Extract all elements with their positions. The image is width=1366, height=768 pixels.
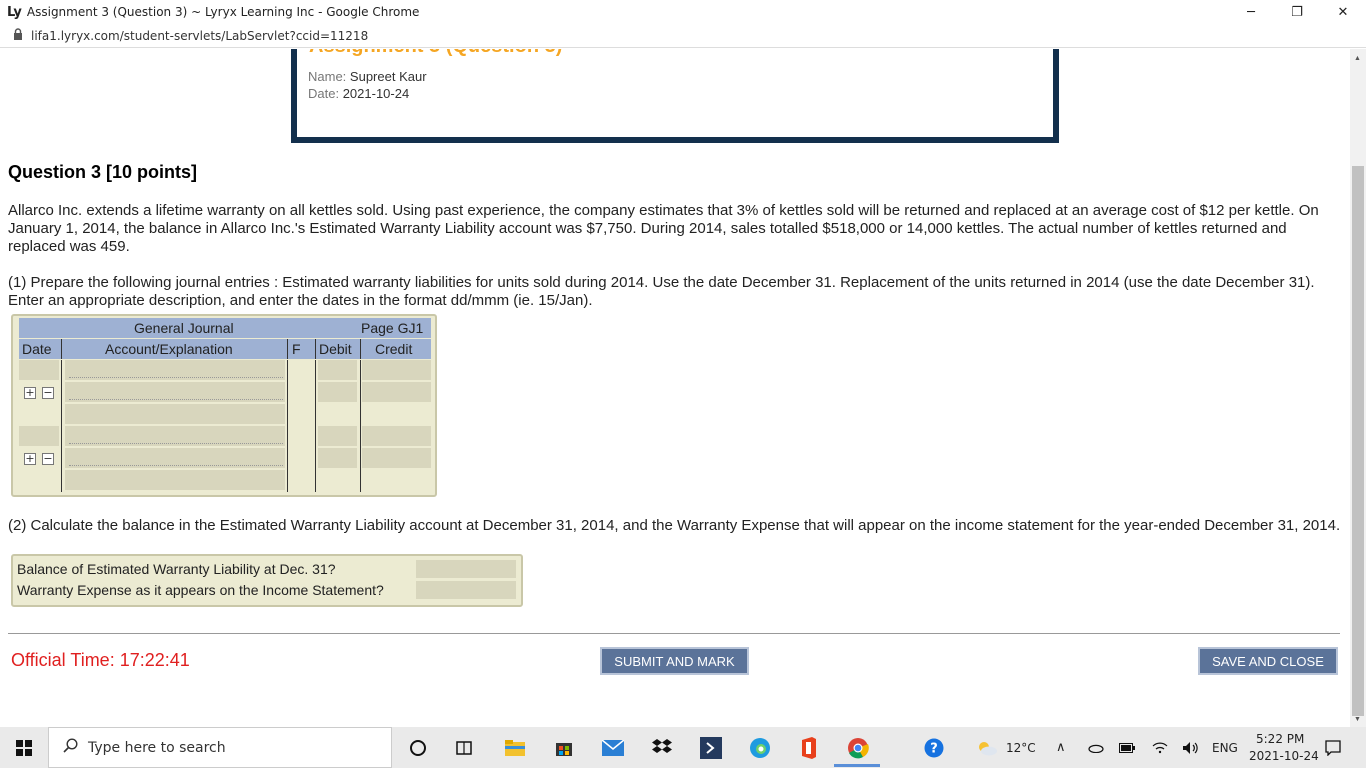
explanation-input[interactable]	[65, 404, 285, 424]
journal-header: General Journal Page GJ1	[19, 318, 431, 338]
question-intro: Allarco Inc. extends a lifetime warranty…	[8, 202, 1319, 255]
journal-columns: Date Account/Explanation F Debit Credit	[19, 339, 431, 359]
col-date: Date	[22, 341, 52, 357]
svg-text:?: ?	[930, 742, 938, 757]
window-titlebar: Ly Assignment 3 (Question 3) ~ Lyryx Lea…	[0, 0, 1366, 24]
url-text[interactable]: lifa1.lyryx.com/student-servlets/LabServ…	[31, 29, 368, 43]
name-value: Supreet Kaur	[349, 69, 427, 84]
question-part2: (2) Calculate the balance in the Estimat…	[8, 517, 1341, 534]
restore-button[interactable]: ❐	[1274, 0, 1320, 24]
journal-page: Page GJ1	[361, 320, 424, 336]
chevron-up-icon[interactable]: ∧	[1056, 727, 1066, 768]
minimize-button[interactable]: ─	[1228, 0, 1274, 24]
windows-start-icon[interactable]	[12, 736, 36, 760]
question-title: Question 3 [10 points]	[8, 162, 198, 182]
chrome-icon[interactable]	[846, 736, 870, 760]
add-row-button[interactable]: +	[24, 453, 36, 465]
remove-row-button[interactable]: −	[42, 453, 54, 465]
temperature[interactable]: 12°C	[1006, 727, 1036, 768]
powershell-icon[interactable]	[699, 736, 723, 760]
page-content: Assignment 3 (Question 3) Name: Supreet …	[0, 49, 1350, 727]
assignment-date: Date: 2021-10-24	[308, 86, 409, 101]
student-name: Name: Supreet Kaur	[308, 69, 427, 84]
date-input[interactable]	[19, 360, 59, 380]
debit-input[interactable]	[318, 382, 357, 402]
taskbar-search-box[interactable]: Type here to search	[48, 727, 392, 768]
official-time: Official Time: 17:22:41	[11, 650, 190, 670]
edge-icon[interactable]	[748, 736, 772, 760]
language-indicator[interactable]: ENG	[1212, 727, 1238, 768]
date-input[interactable]	[19, 426, 59, 446]
scroll-up-icon[interactable]: ▲	[1354, 55, 1361, 62]
address-bar[interactable]: lifa1.lyryx.com/student-servlets/LabServ…	[0, 24, 1366, 48]
explanation-input[interactable]	[65, 470, 285, 490]
battery-icon[interactable]	[1119, 727, 1135, 768]
window-title: Assignment 3 (Question 3) ~ Lyryx Learni…	[26, 5, 420, 19]
save-and-close-button[interactable]: SAVE AND CLOSE	[1198, 647, 1338, 675]
lyryx-logo-icon: Ly	[7, 4, 22, 20]
volume-icon[interactable]	[1182, 727, 1200, 768]
balance-liability-label: Balance of Estimated Warranty Liability …	[17, 561, 336, 577]
close-button[interactable]: ✕	[1320, 0, 1366, 24]
clock-date: 2021-10-24	[1249, 748, 1319, 763]
lock-icon[interactable]	[13, 28, 23, 43]
wifi-icon[interactable]	[1152, 727, 1168, 768]
active-app-indicator	[834, 764, 880, 767]
debit-input[interactable]	[318, 448, 357, 468]
window-controls: ─ ❐ ✕	[1228, 0, 1366, 24]
task-view-icon[interactable]	[452, 736, 476, 760]
windows-taskbar: Type here to search ? 12°C ∧ ENG 5:22 PM…	[0, 727, 1366, 768]
mail-icon[interactable]	[601, 736, 625, 760]
col-credit: Credit	[375, 341, 413, 357]
onedrive-icon[interactable]	[1088, 727, 1104, 768]
cortana-icon[interactable]	[406, 736, 430, 760]
col-f: F	[292, 341, 301, 357]
assignment-header-box: Assignment 3 (Question 3) Name: Supreet …	[291, 49, 1059, 143]
notifications-icon[interactable]	[1325, 727, 1341, 768]
balance-box: Balance of Estimated Warranty Liability …	[11, 554, 523, 607]
help-icon[interactable]: ?	[922, 736, 946, 760]
debit-input[interactable]	[318, 426, 357, 446]
vertical-scrollbar[interactable]: ▲ ▼	[1350, 49, 1366, 727]
debit-input[interactable]	[318, 360, 357, 380]
scrollbar-thumb[interactable]	[1352, 166, 1364, 716]
balance-liability-input[interactable]	[416, 560, 516, 578]
divider	[8, 633, 1340, 634]
office-icon[interactable]	[797, 736, 821, 760]
credit-input[interactable]	[362, 360, 431, 380]
journal-grid: + − + −	[19, 360, 431, 492]
clock[interactable]: 5:22 PM 2021-10-24	[1249, 727, 1319, 768]
credit-input[interactable]	[362, 426, 431, 446]
warranty-expense-label: Warranty Expense as it appears on the In…	[17, 582, 384, 598]
credit-input[interactable]	[362, 382, 431, 402]
journal-title: General Journal	[134, 320, 234, 336]
general-journal: General Journal Page GJ1 Date Account/Ex…	[11, 314, 437, 497]
file-explorer-icon[interactable]	[503, 736, 527, 760]
remove-row-button[interactable]: −	[42, 387, 54, 399]
name-label: Name:	[308, 69, 347, 84]
submit-and-mark-button[interactable]: SUBMIT AND MARK	[600, 647, 749, 675]
warranty-expense-input[interactable]	[416, 581, 516, 599]
assignment-title: Assignment 3 (Question 3)	[309, 49, 562, 58]
credit-input[interactable]	[362, 448, 431, 468]
date-value: 2021-10-24	[342, 86, 410, 101]
add-row-button[interactable]: +	[24, 387, 36, 399]
weather-icon[interactable]	[975, 736, 999, 760]
search-placeholder[interactable]: Type here to search	[88, 740, 226, 756]
clock-time: 5:22 PM	[1256, 731, 1305, 746]
search-icon	[63, 738, 78, 757]
col-debit: Debit	[319, 341, 352, 357]
date-label: Date:	[308, 86, 340, 101]
scroll-down-icon[interactable]: ▼	[1354, 716, 1361, 723]
question-part1: (1) Prepare the following journal entrie…	[8, 274, 1315, 309]
store-icon[interactable]	[552, 736, 576, 760]
col-account: Account/Explanation	[105, 341, 233, 357]
dropbox-icon[interactable]	[650, 736, 674, 760]
